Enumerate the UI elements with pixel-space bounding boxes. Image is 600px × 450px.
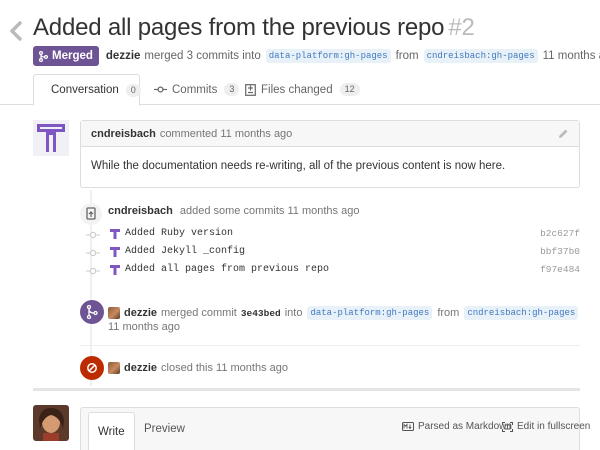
head-branch-label[interactable]: cndreisbach:gh-pages — [423, 49, 538, 63]
commit-sha-link[interactable]: f97e484 — [540, 264, 580, 275]
commit-row: Added Ruby version b2c627f — [84, 226, 584, 244]
git-commit-icon — [86, 231, 100, 239]
pencil-icon[interactable] — [558, 128, 569, 139]
avatar — [110, 229, 120, 239]
merge-sha-link[interactable]: 3e43bed — [241, 308, 281, 319]
pr-author-link[interactable]: dezzie — [106, 50, 141, 62]
base-branch-label[interactable]: data-platform:gh-pages — [307, 306, 433, 320]
close-action: closed this 11 months ago — [161, 362, 288, 374]
tab-conversation-label: Conversation — [51, 84, 119, 96]
commit-group-header: cndreisbach added some commits 11 months… — [108, 205, 359, 217]
git-commit-icon — [154, 86, 167, 93]
git-commit-icon — [86, 249, 100, 257]
commit-row: Added all pages from previous repo f97e4… — [84, 262, 584, 280]
avatar[interactable] — [108, 362, 120, 374]
avatar — [110, 247, 120, 257]
fullscreen-button[interactable]: Edit in fullscreen — [502, 421, 590, 432]
tab-files-changed[interactable]: Files changed 12 — [245, 74, 360, 105]
commit-message-link[interactable]: Added Ruby version — [125, 228, 233, 239]
markdown-icon — [402, 422, 414, 431]
comment-editor: Write Preview Parsed as Markdown Edit in… — [80, 407, 590, 450]
tab-commits[interactable]: Commits 3 — [154, 74, 240, 105]
merge-event-text: dezzie merged commit 3e43bed into data-p… — [108, 306, 583, 320]
comment-header: cndreisbach commented 11 months ago — [81, 121, 579, 147]
tab-commits-count: 3 — [224, 83, 240, 96]
pr-title: Added all pages from the previous repo — [33, 14, 445, 41]
commit-group-author-link[interactable]: cndreisbach — [108, 205, 173, 217]
head-branch-label[interactable]: cndreisbach:gh-pages — [464, 306, 579, 320]
avatar[interactable] — [33, 405, 69, 441]
commit-message-link[interactable]: Added Jekyll _config — [125, 246, 245, 257]
tab-files-count: 12 — [339, 83, 360, 96]
markdown-help-link[interactable]: Parsed as Markdown — [402, 421, 512, 432]
merge-from-text: from — [437, 307, 460, 319]
merge-age: 11 months ago — [108, 321, 180, 333]
commit-message-link[interactable]: Added all pages from previous repo — [125, 264, 329, 275]
tab-preview[interactable]: Preview — [135, 412, 194, 446]
circle-slash-icon — [80, 356, 104, 380]
repo-push-icon — [80, 203, 102, 225]
status-badge-label: Merged — [52, 50, 93, 62]
base-branch-label[interactable]: data-platform:gh-pages — [265, 49, 391, 63]
comment-body: While the documentation needs re-writing… — [91, 160, 506, 172]
git-commit-icon — [86, 267, 100, 275]
tab-write[interactable]: Write — [88, 412, 135, 450]
avatar — [110, 265, 120, 275]
tab-files-label: Files changed — [261, 83, 333, 96]
repo-push-event — [80, 203, 102, 225]
markdown-label: Parsed as Markdown — [418, 421, 512, 432]
pr-number: #2 — [448, 14, 475, 41]
comment-box: cndreisbach commented 11 months ago Whil… — [80, 120, 580, 188]
status-badge: Merged — [33, 46, 99, 66]
merge-author-link[interactable]: dezzie — [124, 307, 157, 319]
screen-full-icon — [502, 421, 513, 432]
close-author-link[interactable]: dezzie — [124, 362, 157, 374]
timeline-end-divider — [33, 388, 580, 391]
avatar[interactable] — [108, 307, 120, 319]
pr-age: 11 months ago — [542, 50, 600, 62]
commit-group-action: added some commits 11 months ago — [179, 205, 360, 217]
git-merge-icon — [39, 50, 48, 62]
comment-author-link[interactable]: cndreisbach — [91, 128, 156, 140]
close-event-text: dezzie closed this 11 months ago — [108, 362, 288, 374]
tab-conversation[interactable]: Conversation 0 — [33, 74, 141, 106]
tab-conversation-count: 0 — [125, 83, 141, 97]
from-text: from — [395, 50, 419, 62]
avatar[interactable] — [33, 120, 69, 156]
pr-merged-text: merged 3 commits into — [144, 50, 261, 62]
pr-tabs: Conversation 0 Commits 3 Files changed 1… — [0, 74, 600, 106]
merge-action: merged commit — [161, 307, 237, 319]
pr-meta: Merged dezzie merged 3 commits into data… — [33, 46, 600, 66]
divider — [80, 345, 580, 346]
comment-action: commented 11 months ago — [159, 127, 293, 140]
tab-commits-label: Commits — [172, 83, 218, 96]
user-photo — [33, 405, 69, 441]
commit-sha-link[interactable]: b2c627f — [540, 228, 580, 239]
commit-row: Added Jekyll _config bbf37b0 — [84, 244, 584, 262]
git-merge-icon — [80, 300, 104, 324]
commit-sha-link[interactable]: bbf37b0 — [540, 246, 580, 257]
diff-icon — [245, 83, 256, 96]
merge-into-text: into — [284, 307, 303, 319]
pr-header: Added all pages from the previous repo #2… — [0, 0, 600, 74]
page-title: Added all pages from the previous repo #2 — [33, 11, 475, 45]
chevron-left-icon[interactable] — [9, 20, 23, 42]
fullscreen-label: Edit in fullscreen — [517, 421, 591, 432]
